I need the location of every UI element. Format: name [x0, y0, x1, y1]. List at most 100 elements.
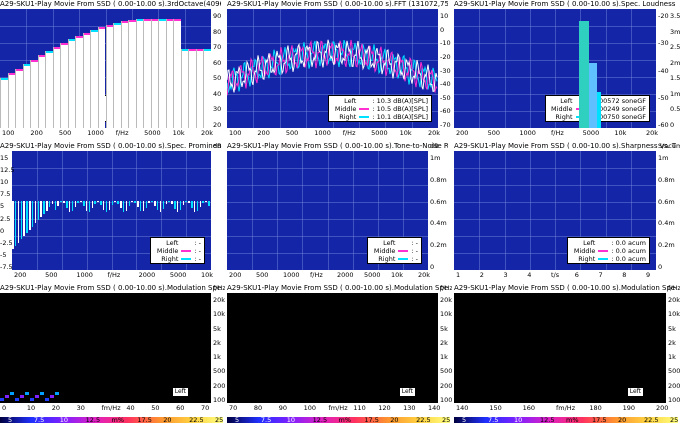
y-unit-label: S/acum	[658, 142, 680, 150]
colormap-label: 20	[163, 416, 172, 424]
plot-area[interactable]: Left: - Middle: - Right: -	[12, 151, 211, 270]
y-tick-label: 0.8m	[430, 175, 447, 184]
legend-value: : 0.0 acum	[611, 239, 646, 247]
x-tick-label: 3	[503, 271, 508, 279]
bar-top	[76, 35, 83, 38]
x-tick-label: 7	[598, 271, 603, 279]
chart-panel[interactable]: A29-SKU1-Play Movie From SSD ( 0.00-10.0…	[454, 284, 680, 425]
x-tick-label: 500	[256, 271, 269, 279]
grid-line	[12, 219, 211, 220]
y-tick-label: 500	[668, 367, 680, 376]
plot-area[interactable]: Left: - Middle: - Right: -	[227, 151, 428, 270]
prominence-bar	[162, 200, 165, 209]
plot-area[interactable]: Left	[454, 293, 666, 403]
chart-panel[interactable]: A29-SKU1-Play Movie From SSD ( 0.00-10.0…	[0, 142, 225, 284]
bar-top	[204, 49, 211, 52]
modulation-cell	[5, 395, 9, 398]
plot-area[interactable]: Left	[0, 293, 211, 403]
legend-row: Right: 0.0 acum	[571, 255, 646, 263]
grid-line	[454, 43, 656, 44]
prominence-bar	[114, 200, 116, 202]
x-tick-label: 70	[229, 404, 238, 412]
y-unit-label: f/Hz	[440, 284, 452, 292]
chart-panel[interactable]: A29-SKU1-Play Movie From SSD ( 0.00-10.0…	[454, 0, 680, 142]
y-tick-label: 60	[213, 58, 222, 67]
legend-name: Middle	[156, 247, 179, 255]
panel-title: A29-SKU1-Play Movie From SSD ( 0.00-10.0…	[454, 0, 676, 9]
y-tick-label: 200	[213, 381, 225, 390]
prominence-bar	[29, 200, 31, 230]
y-tick-label-right: 1.5m	[670, 74, 680, 83]
x-tick-label: 1	[456, 271, 461, 279]
y-tick-label: 20k	[668, 296, 680, 304]
colormap-label: 7.5	[260, 416, 272, 424]
y-tick-label: 0	[430, 263, 435, 271]
prominence-bar	[97, 200, 99, 203]
modulation-cell	[10, 392, 14, 395]
x-tick-label: 100	[303, 404, 317, 412]
legend-name: Right	[378, 255, 396, 263]
octave-bar	[37, 55, 46, 128]
grid-line	[454, 77, 656, 78]
x-tick-label: f/Hz	[310, 271, 323, 279]
y-tick-label: 90	[213, 12, 222, 20]
x-tick-label: f/Hz	[107, 271, 121, 279]
y-tick-label: 2k	[668, 338, 676, 347]
chart-panel[interactable]: A29-SKU1-Play Movie From SSD ( 0.00-10.0…	[227, 142, 452, 284]
prominence-bar	[60, 200, 62, 203]
grid-line	[12, 168, 211, 169]
y-tick-label: 10	[440, 12, 449, 20]
prominence-bar	[159, 200, 162, 212]
x-tick-label: 200	[229, 271, 242, 279]
y-tick-label: -7.5	[0, 263, 13, 271]
octave-bar	[165, 19, 174, 128]
y-unit-label: f/Hz	[213, 284, 225, 292]
legend-name: Left	[583, 239, 596, 247]
channel-label: Left	[626, 387, 644, 397]
y-tick-label: 100	[440, 396, 452, 404]
colormap-label: 25	[670, 416, 679, 424]
octave-bar	[90, 29, 98, 128]
legend-value: : -	[411, 239, 418, 247]
octave-bar	[150, 18, 159, 128]
prominence-bar	[111, 200, 113, 205]
prominence-bar	[122, 200, 125, 212]
x-tick-label: 40	[126, 404, 135, 412]
x-tick-label: f/Hz	[115, 129, 129, 137]
x-tick-label: 10k	[391, 271, 404, 279]
channel-label: Left	[398, 387, 416, 397]
plot-area[interactable]: Left: 10.3 dB(A)[SPL] Middle: 10.5 dB(A)[…	[227, 9, 438, 128]
chart-panel[interactable]: A29-SKU1-Play Movie From SSD ( 0.00-10.0…	[227, 284, 452, 425]
legend-row: Right: -	[371, 255, 418, 263]
x-tick-label: 20k	[201, 129, 214, 137]
x-tick-label: 20k	[428, 129, 441, 137]
bar-top	[23, 64, 31, 67]
legend-name: Left	[166, 239, 179, 247]
prominence-bar	[151, 200, 153, 203]
x-tick-label: 10k	[614, 129, 627, 137]
y-tick-label: -2.5	[0, 238, 13, 247]
plot-area[interactable]: Left: 11.7 dB(A)[SPL]Middle: 11.9 dB(A)[…	[0, 9, 211, 128]
octave-bar	[22, 64, 31, 128]
legend-name: Right	[578, 255, 596, 263]
y-tick-label: 100	[213, 396, 225, 404]
legend-swatch	[398, 250, 409, 252]
octave-bar	[0, 78, 8, 128]
chart-panel[interactable]: A29-SKU1-Play Movie From SSD ( 0.00-10.0…	[454, 142, 680, 284]
x-tick-label: 2000	[138, 271, 156, 279]
chart-panel[interactable]: A29-SKU1-Play Movie From SSD ( 0.00-10.0…	[227, 0, 452, 142]
prominence-bar	[51, 200, 54, 205]
y-tick-label-right: 2m	[670, 58, 680, 67]
chart-panel[interactable]: A29-SKU1-Play Movie From SSD ( 0.00-10.0…	[0, 284, 225, 425]
plot-area[interactable]: Left: 0.00572 soneGF Middle: 0.00249 sone…	[454, 9, 656, 128]
x-tick-label: 500	[487, 129, 501, 137]
octave-bar	[45, 51, 53, 128]
y-tick-label: 20k	[440, 296, 452, 304]
chart-panel[interactable]: A29-SKU1-Play Movie From SSD ( 0.00-10.0…	[0, 0, 225, 142]
prominence-bar	[145, 200, 148, 208]
plot-area[interactable]: Left	[227, 293, 438, 403]
prominence-bar	[105, 200, 108, 212]
x-tick-label: 1000	[283, 271, 300, 279]
y-tick-label: 500	[213, 367, 225, 376]
plot-area[interactable]: Left: 0.0 acum Middle: 0.0 acum Right: 0.0…	[454, 151, 656, 270]
